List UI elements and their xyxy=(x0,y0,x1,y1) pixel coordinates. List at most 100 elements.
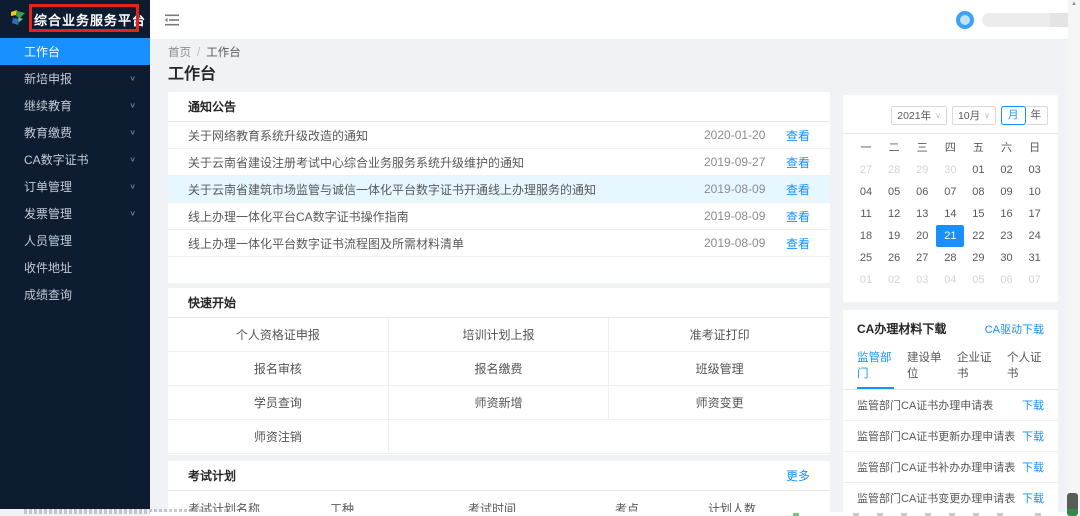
calendar-day[interactable]: 29 xyxy=(908,159,936,181)
notice-row[interactable]: 线上办理一体化平台数字证书流程图及所需材料清单 2019-08-09 查看 xyxy=(168,230,830,257)
calendar-day[interactable]: 28 xyxy=(880,159,908,181)
notice-view-link[interactable]: 查看 xyxy=(776,154,810,171)
ca-material-name: 监管部门CA证书补办办理申请表 xyxy=(857,459,1015,475)
calendar-day[interactable]: 22 xyxy=(964,225,992,247)
calendar-day[interactable]: 19 xyxy=(880,225,908,247)
quickstart-item-student-inquiry[interactable]: 学员查询 xyxy=(168,386,389,420)
calendar-month-select[interactable]: 10月 ∨ xyxy=(952,106,996,125)
quickstart-item-personal-cert-declare[interactable]: 个人资格证申报 xyxy=(168,318,389,352)
scrollbar-up-arrow-icon[interactable]: ▲ xyxy=(1068,0,1080,8)
calendar-day[interactable]: 06 xyxy=(992,269,1020,291)
calendar-day[interactable]: 07 xyxy=(1021,269,1049,291)
sidebar-item-score-inquiry[interactable]: 成绩查询 xyxy=(0,281,150,308)
calendar-mode-year-button[interactable]: 年 xyxy=(1025,107,1048,124)
calendar-year-select[interactable]: 2021年 ∨ xyxy=(891,106,947,125)
calendar-day[interactable]: 01 xyxy=(852,269,880,291)
calendar-day[interactable]: 18 xyxy=(852,225,880,247)
ca-tab-enterprise-cert[interactable]: 企业证书 xyxy=(957,344,994,389)
calendar-day[interactable]: 30 xyxy=(992,247,1020,269)
notice-view-link[interactable]: 查看 xyxy=(776,181,810,198)
ca-download-link[interactable]: 下载 xyxy=(1022,397,1044,413)
quickstart-item-teacher-add[interactable]: 师资新增 xyxy=(389,386,610,420)
calendar-day[interactable]: 01 xyxy=(964,159,992,181)
quickstart-item-registration-review[interactable]: 报名审核 xyxy=(168,352,389,386)
quickstart-item-training-plan-submit[interactable]: 培训计划上报 xyxy=(389,318,610,352)
calendar-day[interactable]: 09 xyxy=(992,181,1020,203)
calendar-day[interactable]: 03 xyxy=(908,269,936,291)
calendar-day[interactable]: 23 xyxy=(992,225,1020,247)
ca-material-name: 监管部门CA证书变更办理申请表 xyxy=(857,490,1015,506)
sidebar-item-personnel-management[interactable]: 人员管理 xyxy=(0,227,150,254)
calendar-day[interactable]: 07 xyxy=(936,181,964,203)
username-redacted[interactable] xyxy=(982,13,1080,27)
calendar-day[interactable]: 04 xyxy=(852,181,880,203)
calendar-day[interactable]: 26 xyxy=(880,247,908,269)
calendar-day[interactable]: 02 xyxy=(992,159,1020,181)
calendar-mode-month-button[interactable]: 月 xyxy=(1002,107,1025,124)
calendar-day[interactable]: 17 xyxy=(1021,203,1049,225)
calendar-day[interactable]: 20 xyxy=(908,225,936,247)
calendar-day[interactable]: 05 xyxy=(880,181,908,203)
exam-plan-more-link[interactable]: 更多 xyxy=(786,461,810,490)
sidebar-item-continuing-education[interactable]: 继续教育 ∨ xyxy=(0,92,150,119)
ca-tab-construction-unit[interactable]: 建设单位 xyxy=(907,344,944,389)
quickstart-item-class-management[interactable]: 班级管理 xyxy=(609,352,830,386)
calendar-day-selected[interactable]: 21 xyxy=(936,225,964,247)
calendar-day[interactable]: 02 xyxy=(880,269,908,291)
calendar-day[interactable]: 05 xyxy=(964,269,992,291)
calendar-day[interactable]: 13 xyxy=(908,203,936,225)
calendar-day[interactable]: 15 xyxy=(964,203,992,225)
notice-view-link[interactable]: 查看 xyxy=(776,127,810,144)
ca-download-link[interactable]: 下载 xyxy=(1022,428,1044,444)
notice-title: 线上办理一体化平台CA数字证书操作指南 xyxy=(188,208,704,225)
calendar-day[interactable]: 24 xyxy=(1021,225,1049,247)
calendar-day[interactable]: 16 xyxy=(992,203,1020,225)
calendar-day[interactable]: 25 xyxy=(852,247,880,269)
notice-row-highlighted[interactable]: 关于云南省建筑市场监管与诚信一体化平台数字证书开通线上办理服务的通知 2019-… xyxy=(168,176,830,203)
ca-materials-card: CA办理材料下载 CA驱动下载 监管部门 建设单位 企业证书 个人证书 监管部门… xyxy=(843,310,1058,516)
sidebar-item-workbench[interactable]: 工作台 xyxy=(0,38,150,65)
calendar-day[interactable]: 06 xyxy=(908,181,936,203)
calendar-day[interactable]: 10 xyxy=(1021,181,1049,203)
calendar-day[interactable]: 08 xyxy=(964,181,992,203)
calendar-controls: 2021年 ∨ 10月 ∨ 月 年 xyxy=(843,95,1058,134)
calendar-day[interactable]: 04 xyxy=(936,269,964,291)
notice-row[interactable]: 线上办理一体化平台CA数字证书操作指南 2019-08-09 查看 xyxy=(168,203,830,230)
notice-view-link[interactable]: 查看 xyxy=(776,235,810,252)
sidebar: 综合业务服务平台 工作台 新培申报 ∨ 继续教育 ∨ 教育缴费 ∨ CA数字证书… xyxy=(0,0,150,509)
menu-fold-icon[interactable] xyxy=(164,12,180,28)
calendar-day[interactable]: 12 xyxy=(880,203,908,225)
calendar-day[interactable]: 28 xyxy=(936,247,964,269)
quickstart-item-teacher-change[interactable]: 师资变更 xyxy=(609,386,830,420)
sidebar-item-ca-certificate[interactable]: CA数字证书 ∨ xyxy=(0,146,150,173)
sidebar-item-mailing-address[interactable]: 收件地址 xyxy=(0,254,150,281)
notice-view-link[interactable]: 查看 xyxy=(776,208,810,225)
ca-tab-regulator[interactable]: 监管部门 xyxy=(857,344,894,389)
sidebar-item-order-management[interactable]: 订单管理 ∨ xyxy=(0,173,150,200)
quickstart-item-admission-ticket-print[interactable]: 准考证打印 xyxy=(609,318,830,352)
ca-download-link[interactable]: 下载 xyxy=(1022,459,1044,475)
sidebar-item-invoice-management[interactable]: 发票管理 ∨ xyxy=(0,200,150,227)
ca-download-link[interactable]: 下载 xyxy=(1022,490,1044,506)
scrollbar-track[interactable]: ▲ xyxy=(1068,0,1080,516)
calendar-day[interactable]: 29 xyxy=(964,247,992,269)
sidebar-item-education-payment[interactable]: 教育缴费 ∨ xyxy=(0,119,150,146)
ca-driver-download-link[interactable]: CA驱动下载 xyxy=(985,321,1044,337)
notice-row[interactable]: 关于云南省建设注册考试中心综合业务服务系统升级维护的通知 2019-09-27 … xyxy=(168,149,830,176)
calendar-day[interactable]: 31 xyxy=(1021,247,1049,269)
calendar-day[interactable]: 27 xyxy=(908,247,936,269)
sidebar-item-label: 收件地址 xyxy=(24,259,72,276)
notice-row[interactable]: 关于网络教育系统升级改造的通知 2020-01-20 查看 xyxy=(168,122,830,149)
calendar-day[interactable]: 27 xyxy=(852,159,880,181)
breadcrumb-home[interactable]: 首页 xyxy=(168,47,191,59)
calendar-day[interactable]: 14 xyxy=(936,203,964,225)
calendar-day[interactable]: 30 xyxy=(936,159,964,181)
quickstart-item-registration-payment[interactable]: 报名缴费 xyxy=(389,352,610,386)
quickstart-item-teacher-cancel[interactable]: 师资注销 xyxy=(168,420,389,454)
user-avatar[interactable] xyxy=(956,11,974,29)
calendar-day[interactable]: 11 xyxy=(852,203,880,225)
sidebar-item-new-training-declare[interactable]: 新培申报 ∨ xyxy=(0,65,150,92)
calendar-day[interactable]: 03 xyxy=(1021,159,1049,181)
calendar-day-header-row: 一 二 三 四 五 六 日 xyxy=(852,137,1049,159)
ca-tab-personal-cert[interactable]: 个人证书 xyxy=(1007,344,1044,389)
